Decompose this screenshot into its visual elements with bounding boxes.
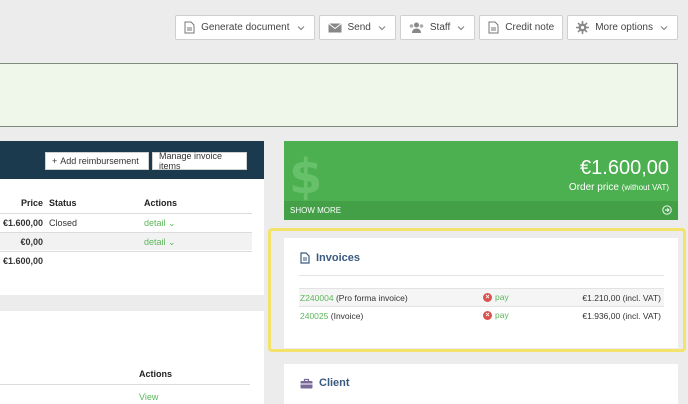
chevron-down-icon [297,25,304,30]
unpaid-x-icon: × [483,292,492,302]
lower-left-panel [0,311,264,404]
pay-link[interactable]: × pay [483,310,509,320]
manage-invoice-items-label: Manage invoice items [159,151,223,171]
notice-banner [0,63,678,127]
invoice-row: Z240004 (Pro forma invoice) × pay €1.210,… [299,288,664,306]
detail-link[interactable]: detail ⌄ [144,237,176,248]
invoice-amount: €1.936,00 (incl. VAT) [582,311,661,321]
more-options-label: More options [595,22,653,33]
document-icon [300,252,310,264]
send-label: Send [347,22,371,33]
chevron-down-icon [660,25,668,30]
col-actions: Actions [144,198,178,208]
invoice-amount: €1.210,00 (incl. VAT) [582,293,661,303]
generate-document-button[interactable]: Generate document [175,15,315,40]
invoices-card: Invoices Z240004 (Pro forma invoice) × pa… [284,238,678,348]
more-options-button[interactable]: More options [567,15,678,40]
people-icon [409,22,424,33]
invoice-link[interactable]: 240025 [300,311,328,321]
chevron-down-icon: ⌄ [168,218,176,228]
detail-link[interactable]: detail ⌄ [144,218,176,229]
credit-note-button[interactable]: Credit note [479,15,564,40]
document-icon [488,21,499,34]
row-status: Closed [49,218,78,228]
col-status: Status [49,198,77,208]
manage-invoice-items-button[interactable]: Manage invoice items [152,151,247,171]
invoice-number: Z240004 (Pro forma invoice) [300,293,408,303]
add-reimbursement-label: Add reimbursement [60,156,139,166]
briefcase-icon [300,378,313,388]
col-price: Price [20,198,43,208]
chevron-down-icon [378,25,386,30]
divider [299,275,664,276]
unpaid-x-icon: × [483,310,492,320]
pay-link[interactable]: × pay [483,292,509,302]
table-row: €1.600,00 Closed detail ⌄ [0,213,252,231]
invoices-heading: Invoices [300,252,360,264]
invoices-title: Invoices [316,252,361,264]
view-link[interactable]: View [139,392,158,402]
row-price: €0,00 [20,237,43,247]
invoice-row: 240025 (Invoice) × pay €1.936,00 (incl. V… [299,306,664,324]
generate-document-label: Generate document [201,22,290,33]
staff-label: Staff [429,22,451,33]
col-actions: Actions [139,369,173,379]
invoice-link[interactable]: Z240004 [300,293,334,303]
order-price-card: $ €1.600,00 Order price (without VAT) SH… [284,141,678,220]
show-more-link[interactable]: SHOW MORE [284,201,678,220]
dollar-icon: $ [289,149,323,205]
chevron-down-icon: ⌄ [168,237,176,247]
table-row-total: €1.600,00 [0,251,252,269]
chevron-down-icon [457,25,465,30]
document-icon [184,21,195,34]
staff-button[interactable]: Staff [399,15,476,40]
gear-icon [576,21,590,34]
send-button[interactable]: Send [318,15,396,40]
add-reimbursement-button[interactable]: + Add reimbursement [45,152,149,170]
plus-icon: + [52,156,58,166]
client-heading: Client [300,377,350,389]
client-title: Client [319,377,350,389]
credit-note-label: Credit note [505,22,555,33]
row-price: €1.600,00 [2,256,43,266]
items-table-header: Price Status Actions [0,198,252,212]
show-more-label: SHOW MORE [290,206,342,215]
row-price: €1.600,00 [2,218,43,228]
items-panel-header: + Add reimbursement Manage invoice items [0,141,264,179]
order-price-label: Order price (without VAT) [568,182,669,193]
client-card: Client [284,364,678,404]
order-price-amount: €1.600,00 [580,157,669,179]
order-price-note: (without VAT) [621,183,669,192]
invoice-number: 240025 (Invoice) [300,311,364,321]
top-toolbar: Generate document Send Staff Credit note… [175,15,678,40]
divider [0,384,250,385]
table-row: €0,00 detail ⌄ [0,232,252,250]
arrow-right-circle-icon [662,205,672,215]
envelope-icon [327,22,342,32]
